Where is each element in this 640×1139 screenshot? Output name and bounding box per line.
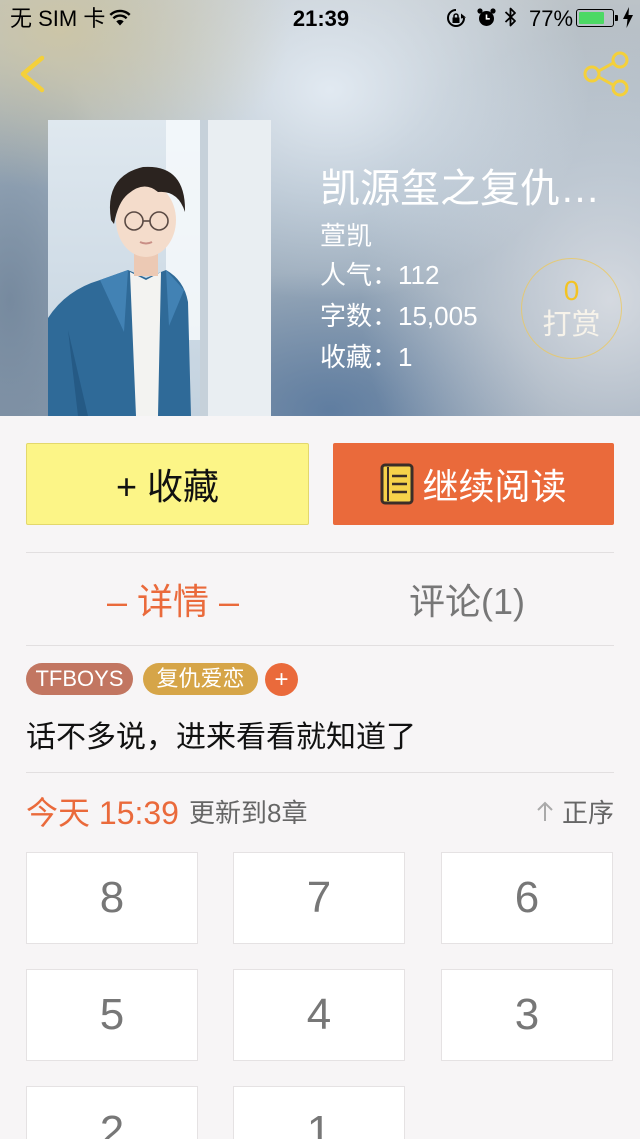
chapter-number: 7 [306, 873, 332, 922]
battery-percent: 77% [529, 6, 574, 31]
add-favorite-button[interactable]: + 收藏 [26, 443, 309, 525]
update-status: 更新到8章 [188, 797, 308, 828]
chevron-left-icon [14, 52, 50, 96]
stat-value: 112 [398, 260, 440, 290]
chapter-number: 4 [306, 990, 332, 1039]
update-time: 今天 15:39 [26, 795, 179, 831]
arrow-up-icon [536, 800, 554, 822]
carrier-label: 无 SIM 卡 [10, 6, 106, 31]
chapter-number: 8 [99, 873, 125, 922]
reward-button[interactable]: 0 打赏 [521, 258, 622, 359]
rotation-lock-icon [446, 8, 466, 28]
share-icon [582, 50, 630, 98]
continue-reading-button[interactable]: 继续阅读 [333, 443, 614, 525]
divider [26, 772, 614, 773]
chapter-number: 3 [514, 990, 540, 1039]
chapter-item[interactable]: 6 [441, 852, 613, 944]
book-icon [380, 463, 414, 505]
stat-word-count: 字数：15,005 [320, 299, 478, 333]
stat-label: 人气： [320, 260, 399, 290]
chapter-item[interactable]: 5 [26, 969, 198, 1061]
tag-tfboys[interactable]: TFBOYS [26, 663, 133, 695]
alarm-icon [476, 7, 497, 28]
sort-order-button[interactable]: 正序 [532, 790, 614, 832]
chapter-number: 5 [99, 990, 125, 1039]
chapter-item[interactable]: 1 [233, 1086, 405, 1139]
chapter-number: 6 [514, 873, 540, 922]
chapter-number: 2 [99, 1107, 125, 1139]
book-description: 话不多说，进来看看就知道了 [26, 721, 416, 754]
reward-count: 0 [563, 274, 580, 306]
battery-icon [576, 9, 618, 27]
continue-reading-label: 继续阅读 [422, 466, 567, 507]
chapter-item[interactable]: 7 [233, 852, 405, 944]
stat-popularity: 人气：112 [320, 258, 439, 292]
battery-fill [579, 12, 604, 24]
book-title: 凯源玺之复仇… [320, 167, 600, 211]
reward-label: 打赏 [542, 308, 601, 341]
bluetooth-icon [504, 6, 517, 28]
book-cover [48, 120, 271, 416]
tab-details[interactable]: – 详情 – [26, 553, 320, 645]
divider [26, 645, 614, 646]
back-button[interactable] [14, 52, 50, 96]
share-button[interactable] [582, 50, 630, 98]
stat-value: 1 [398, 342, 413, 372]
charging-icon [623, 7, 633, 28]
book-author: 萱凯 [320, 221, 373, 251]
stat-favorites: 收藏：1 [320, 340, 412, 374]
add-tag-button[interactable]: + [265, 663, 298, 696]
book-header: 无 SIM 卡 21:39 77% 凯源玺之复仇… 萱凯 人气：112 字数：1… [0, 0, 640, 416]
wifi-icon [109, 9, 131, 26]
stat-label: 字数： [320, 301, 399, 331]
stat-label: 收藏： [320, 342, 399, 372]
tab-comments[interactable]: 评论(1) [320, 553, 614, 645]
chapter-item[interactable]: 3 [441, 969, 613, 1061]
chapter-item[interactable]: 8 [26, 852, 198, 944]
clock-time: 21:39 [292, 6, 350, 31]
chapter-item[interactable]: 2 [26, 1086, 198, 1139]
stat-value: 15,005 [398, 301, 478, 331]
tag-revenge-romance[interactable]: 复仇爱恋 [143, 663, 258, 695]
sort-label: 正序 [561, 797, 614, 828]
update-info: 今天 15:39 更新到8章 [26, 790, 307, 832]
chapter-item[interactable]: 4 [233, 969, 405, 1061]
chapter-number: 1 [306, 1107, 332, 1139]
